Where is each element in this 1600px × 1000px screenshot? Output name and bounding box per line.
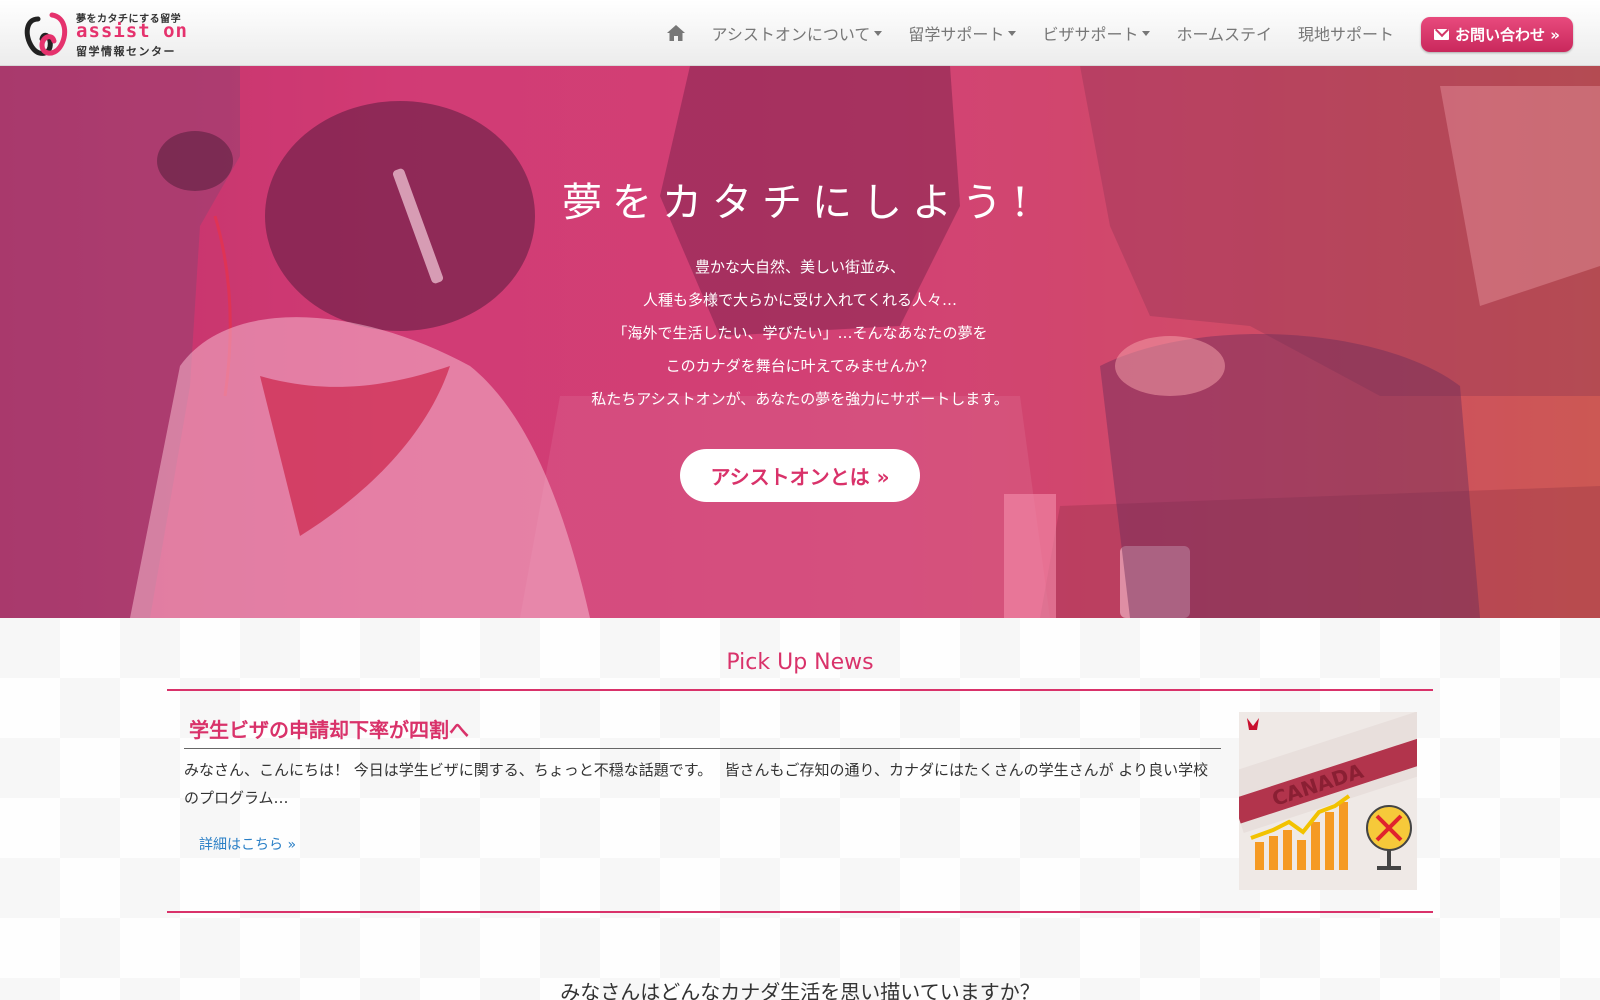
- divider: [167, 689, 1433, 691]
- article-thumbnail[interactable]: CANADA: [1239, 712, 1417, 890]
- pickup-news-section: Pick Up News 学生ビザの申請却下率が四割へ みなさん、こんにちは！ …: [0, 618, 1600, 1000]
- article-thumbnail-image: CANADA: [1239, 712, 1417, 890]
- home-icon: [666, 25, 685, 41]
- site-header: 夢をカタチにする留学 assist on 留学情報センター アシストオンについて…: [0, 0, 1600, 66]
- caret-down-icon: [1142, 30, 1151, 36]
- hero-title: 夢をカタチにしよう!: [561, 180, 1039, 226]
- news-box: Pick Up News 学生ビザの申請却下率が四割へ みなさん、こんにちは！ …: [167, 618, 1433, 1000]
- main-nav: アシストオンについて 留学サポート ビザサポート ホームステイ 現地サポート: [653, 0, 1407, 66]
- hero-section: 夢をカタチにしよう! 豊かな大自然、美しい街並み、 人種も多様で大らかに受け入れ…: [0, 66, 1600, 618]
- nav-item-visa-support[interactable]: ビザサポート: [1029, 21, 1163, 45]
- envelope-icon: [1434, 29, 1450, 40]
- divider: [167, 911, 1433, 913]
- nav-item-about[interactable]: アシストオンについて: [699, 21, 896, 45]
- hero-line: 豊かな大自然、美しい街並み、: [694, 258, 905, 276]
- nav-item-label: ビザサポート: [1042, 25, 1139, 44]
- caret-down-icon: [874, 30, 883, 36]
- article-excerpt: みなさん、こんにちは！ 今日は学生ビザに関する、ちょっと不穏な話題です。 皆さん…: [184, 761, 1209, 807]
- contact-button-label: お問い合わせ »: [1455, 26, 1560, 44]
- hero-line: 「海外で生活したい、学びたい」…そんなあなたの夢を: [612, 324, 988, 342]
- hero-line: 私たちアシストオンが、あなたの夢を強力にサポートします。: [591, 390, 1009, 408]
- nav-item-homestay[interactable]: ホームステイ: [1163, 21, 1285, 45]
- site-logo[interactable]: 夢をカタチにする留学 assist on 留学情報センター: [22, 9, 192, 59]
- news-heading: Pick Up News: [726, 650, 874, 675]
- read-more-link[interactable]: 詳細はこちら »: [199, 834, 296, 854]
- nav-item-study-support[interactable]: 留学サポート: [895, 21, 1029, 45]
- logo-subtitle: 留学情報センター: [76, 45, 176, 58]
- hero-line: 人種も多様で大らかに受け入れてくれる人々…: [642, 291, 958, 309]
- caret-down-icon: [1008, 30, 1017, 36]
- nav-item-label: 現地サポート: [1297, 25, 1394, 44]
- contact-button[interactable]: お問い合わせ »: [1421, 17, 1573, 52]
- section-heading: みなさんはどんなカナダ生活を思い描いていますか？: [560, 980, 1040, 1000]
- nav-item-label: 留学サポート: [908, 25, 1005, 44]
- about-assist-on-button[interactable]: アシストオンとは »: [680, 449, 920, 502]
- nav-item-label: アシストオンについて: [711, 25, 871, 44]
- nav-item-local-support[interactable]: 現地サポート: [1285, 21, 1407, 45]
- logo-mark-icon: [24, 12, 68, 56]
- hero-description: 豊かな大自然、美しい街並み、 人種も多様で大らかに受け入れてくれる人々… 「海外…: [0, 251, 1600, 416]
- nav-home[interactable]: [653, 24, 699, 42]
- article-title-link[interactable]: 学生ビザの申請却下率が四割へ: [189, 714, 469, 743]
- logo-name: assist on: [76, 20, 188, 42]
- nav-item-label: ホームステイ: [1176, 25, 1272, 44]
- divider: [184, 748, 1221, 749]
- hero-line: このカナダを舞台に叶えてみませんか？: [665, 357, 935, 375]
